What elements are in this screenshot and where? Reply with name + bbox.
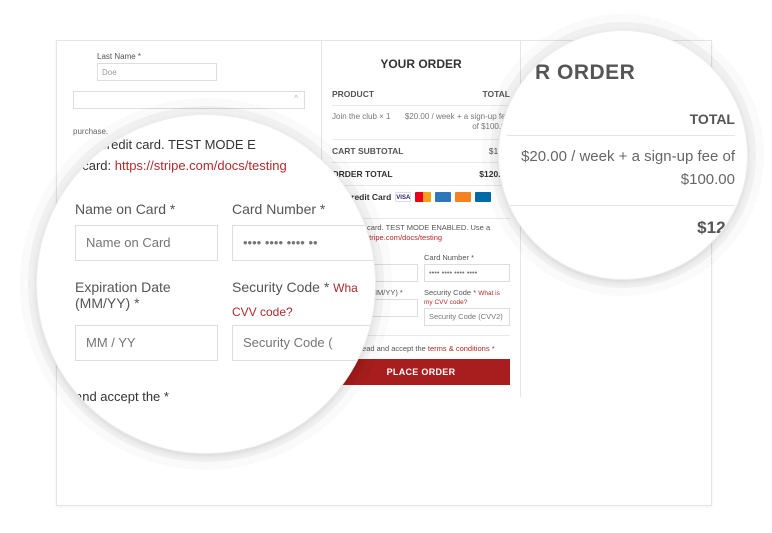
zoom-test-line2a: t card:	[75, 158, 115, 173]
zoom-exp-label: Expiration Date (MM/YY) *	[75, 279, 218, 311]
zoom-lens-left: th a credit card. TEST MODE E t card: ht…	[36, 114, 376, 454]
order-title: YOUR ORDER	[332, 51, 510, 83]
lastname-input[interactable]	[97, 63, 217, 81]
mini-num-input[interactable]	[424, 264, 510, 282]
lastname-label: Last Name *	[97, 52, 141, 61]
item-name: Join the club × 1	[332, 112, 390, 133]
zoom-cvv-label: Security Code * Wha	[232, 279, 375, 295]
zoom-terms: and accept the *	[75, 389, 375, 404]
zoom-name-label: Name on Card *	[75, 201, 218, 217]
zoom-cvv-hint-b[interactable]: CVV code?	[232, 305, 293, 319]
col-product: PRODUCT	[332, 89, 374, 99]
zoom-lens-right: R ORDER TOTAL $20.00 / week + a sign-up …	[498, 30, 748, 280]
mini-num-label: Card Number *	[424, 253, 510, 262]
zoom-num-input[interactable]	[232, 225, 375, 261]
mini-cvv-label: Security Code * What is my CVV code?	[424, 288, 510, 306]
zoom-stripe-link[interactable]: https://stripe.com/docs/testing	[115, 158, 287, 173]
zoom-right-title: R ORDER	[507, 61, 735, 85]
mini-cvv-input[interactable]	[424, 308, 510, 326]
zoom-right-total-label: TOTAL	[507, 111, 735, 136]
collapse-box[interactable]: ^	[73, 91, 305, 109]
terms-text-b: *	[490, 344, 495, 353]
zoom-right-price: $20.00 / week + a sign-up fee of $100.00	[507, 146, 735, 206]
zoom-exp-input[interactable]	[75, 325, 218, 361]
item-price: $20.00 / week + a sign-up fee of $100.00	[400, 112, 510, 133]
amex-icon	[435, 192, 451, 202]
zoom-test-line1: th a credit card. TEST MODE E	[75, 135, 375, 156]
terms-link[interactable]: terms & conditions	[428, 344, 490, 353]
zoom-cvv-input[interactable]	[232, 325, 375, 361]
zoom-cvv-hint-a[interactable]: Wha	[333, 281, 358, 295]
mastercard-icon	[415, 192, 431, 202]
diners-icon	[475, 192, 491, 202]
zoom-name-input[interactable]	[75, 225, 218, 261]
zoom-right-amount: $120	[507, 218, 735, 238]
zoom-num-label: Card Number *	[232, 201, 375, 217]
discover-icon	[455, 192, 471, 202]
visa-icon: VISA	[395, 192, 411, 202]
